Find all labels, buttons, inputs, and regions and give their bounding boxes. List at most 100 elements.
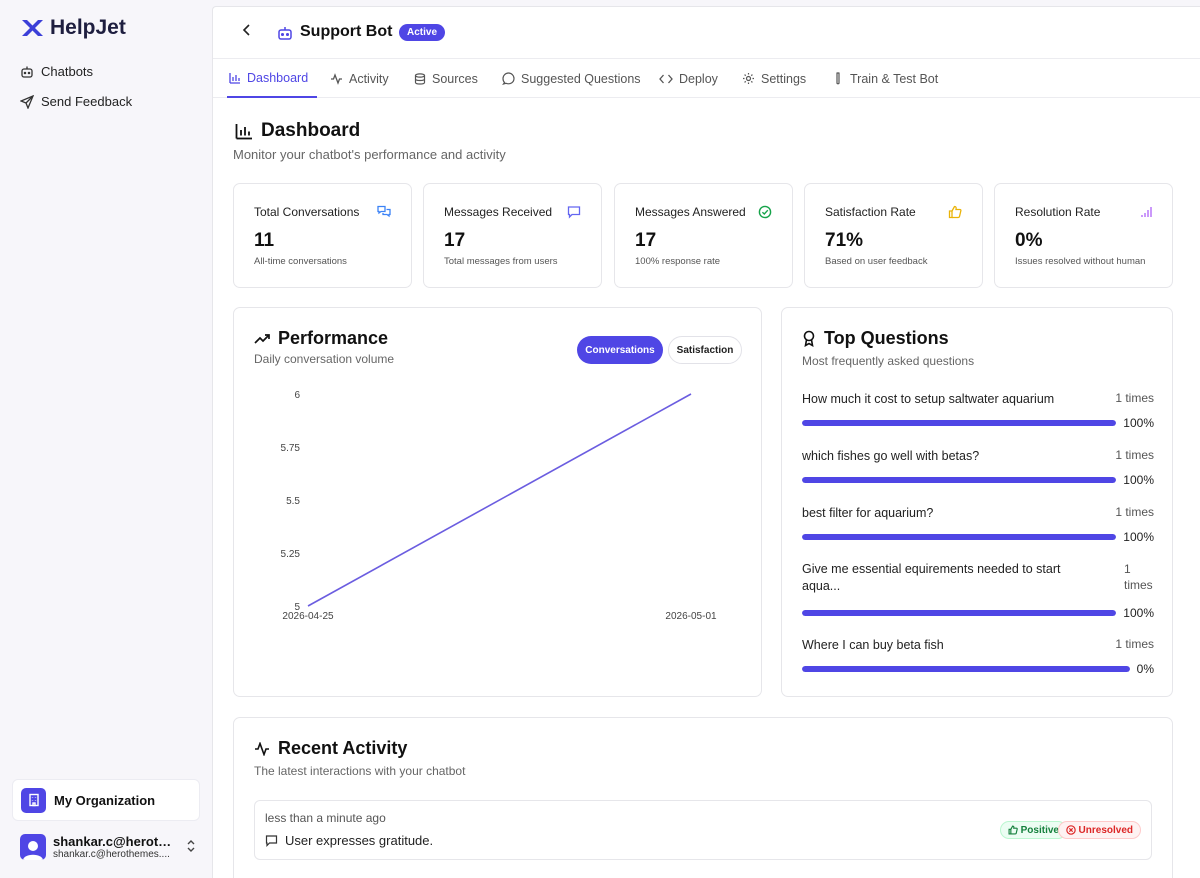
user-info: shankar.c@herothe... shankar.c@herotheme… xyxy=(53,834,175,860)
question-count: 1 times xyxy=(1115,391,1154,405)
question-bar xyxy=(802,477,1116,483)
sidebar-item-label: Send Feedback xyxy=(41,94,133,109)
question-item[interactable]: best filter for aquarium? 1 times 100% xyxy=(802,505,1154,545)
app-name: HelpJet xyxy=(50,16,126,39)
question-bar-fill xyxy=(802,666,1130,672)
tab-label: Train & Test Bot xyxy=(850,71,939,86)
question-percent: 100% xyxy=(1123,530,1154,544)
stat-card-satisfaction-rate: Satisfaction Rate 71% Based on user feed… xyxy=(804,183,983,288)
tab-label: Activity xyxy=(349,71,389,86)
tab-bar: Dashboard Activity Sources Suggested Que… xyxy=(213,59,1200,98)
sentiment-label: Positive xyxy=(1020,824,1059,836)
resolution-badge: Unresolved xyxy=(1057,821,1141,839)
helpjet-logo-icon xyxy=(22,20,43,36)
tab-settings[interactable]: Settings xyxy=(742,59,806,98)
message-square-icon xyxy=(265,835,278,847)
stat-value: 17 xyxy=(444,230,466,251)
bot-icon xyxy=(21,66,33,78)
question-bar xyxy=(802,420,1116,426)
question-count: 1 times xyxy=(1115,448,1154,462)
stat-card-messages-answered: Messages Answered 17 100% response rate xyxy=(614,183,793,288)
building-icon xyxy=(21,787,46,813)
question-item[interactable]: which fishes go well with betas? 1 times… xyxy=(802,448,1154,488)
tab-suggested-questions[interactable]: Suggested Questions xyxy=(502,59,641,98)
x-tick-label: 2026-05-01 xyxy=(665,611,717,622)
avatar xyxy=(20,834,46,860)
bar-chart-icon xyxy=(235,123,252,139)
question-bar xyxy=(802,534,1116,540)
stat-card-messages-received: Messages Received 17 Total messages from… xyxy=(423,183,602,288)
question-text: Give me essential equirements needed to … xyxy=(802,562,1061,593)
question-bar xyxy=(802,610,1116,616)
award-icon xyxy=(803,330,815,347)
tab-deploy[interactable]: Deploy xyxy=(659,59,718,98)
message-circle-icon xyxy=(502,72,515,85)
top-questions-title: Top Questions xyxy=(802,328,949,349)
stat-note: Based on user feedback xyxy=(825,256,928,267)
tab-train-test-bot[interactable]: Train & Test Bot xyxy=(832,59,938,98)
stat-label: Messages Received xyxy=(444,205,553,219)
sidebar-item-chatbots[interactable]: Chatbots xyxy=(20,64,93,79)
question-item[interactable]: How much it cost to setup saltwater aqua… xyxy=(802,391,1154,431)
question-percent: 100% xyxy=(1123,606,1154,620)
recent-activity-title-text: Recent Activity xyxy=(278,738,408,758)
question-percent: 100% xyxy=(1123,416,1154,430)
recent-activity-title: Recent Activity xyxy=(254,738,407,759)
x-tick-label: 2026-04-25 xyxy=(282,611,334,622)
main-content: Support Bot Active Dashboard Activity So… xyxy=(212,6,1200,878)
tab-dashboard[interactable]: Dashboard xyxy=(227,59,317,98)
activity-time: less than a minute ago xyxy=(265,811,386,825)
organization-switcher[interactable]: My Organization xyxy=(12,779,200,821)
sidebar: HelpJet Chatbots Send Feedback My Organi… xyxy=(0,0,212,878)
stat-label: Resolution Rate xyxy=(1015,205,1101,219)
series-line xyxy=(307,393,692,607)
top-questions-subtitle: Most frequently asked questions xyxy=(802,354,975,368)
y-tick-label: 5.75 xyxy=(281,443,301,454)
bar-chart-icon xyxy=(229,72,240,84)
recent-activity-subtitle: The latest interactions with your chatbo… xyxy=(254,764,466,778)
chevron-left-icon xyxy=(242,24,250,36)
bar-chart-small-icon xyxy=(1140,205,1152,223)
question-count: 1 times xyxy=(1124,562,1153,592)
sidebar-item-send-feedback[interactable]: Send Feedback xyxy=(20,94,132,109)
question-item[interactable]: Give me essential equirements needed to … xyxy=(802,561,1154,620)
app-logo[interactable]: HelpJet xyxy=(20,16,126,40)
flask-icon xyxy=(836,72,840,85)
y-tick-label: 5.5 xyxy=(286,496,300,507)
activity-item[interactable]: less than a minute ago User expresses gr… xyxy=(254,800,1152,860)
tab-label: Settings xyxy=(761,71,807,86)
dashboard-title: Dashboard xyxy=(235,120,360,142)
back-button[interactable] xyxy=(241,23,253,42)
stat-value: 11 xyxy=(254,230,275,251)
chevron-up-down-icon[interactable] xyxy=(186,839,196,855)
question-bar-fill xyxy=(802,534,1116,540)
resolution-label: Unresolved xyxy=(1078,824,1133,836)
stat-value: 0% xyxy=(1015,230,1043,251)
user-menu[interactable]: shankar.c@herothe... shankar.c@herotheme… xyxy=(20,830,200,864)
performance-line-chart: 65.755.55.2552026-04-25 2026-05-01 xyxy=(281,390,717,622)
stat-note: All-time conversations xyxy=(254,256,347,267)
message-square-icon xyxy=(567,205,581,224)
page-title: Support Bot xyxy=(300,23,393,40)
performance-card: Performance Daily conversation volume Co… xyxy=(233,307,762,697)
dashboard-subtitle: Monitor your chatbot's performance and a… xyxy=(233,147,506,162)
thumbs-up-icon xyxy=(948,205,962,224)
question-bar-fill xyxy=(802,477,1116,483)
user-email: shankar.c@herothemes.... xyxy=(53,849,170,860)
messages-icon xyxy=(377,205,391,224)
send-icon xyxy=(20,94,34,109)
stat-note: 100% response rate xyxy=(635,256,721,267)
question-item[interactable]: Where I can buy beta fish 1 times 0% xyxy=(802,637,1154,677)
activity-icon xyxy=(331,72,342,85)
tab-sources[interactable]: Sources xyxy=(414,59,478,98)
status-badge: Active xyxy=(399,24,446,41)
stat-note: Issues resolved without human xyxy=(1015,256,1146,267)
user-name: shankar.c@herothe... xyxy=(53,834,175,849)
tab-activity[interactable]: Activity xyxy=(330,59,389,98)
question-count: 1 times xyxy=(1115,637,1154,651)
y-tick-label: 6 xyxy=(294,390,300,401)
thumbs-up-icon xyxy=(1008,825,1018,835)
gear-icon xyxy=(743,73,754,84)
activity-icon xyxy=(255,741,269,756)
question-text: How much it cost to setup saltwater aqua… xyxy=(802,392,1055,406)
